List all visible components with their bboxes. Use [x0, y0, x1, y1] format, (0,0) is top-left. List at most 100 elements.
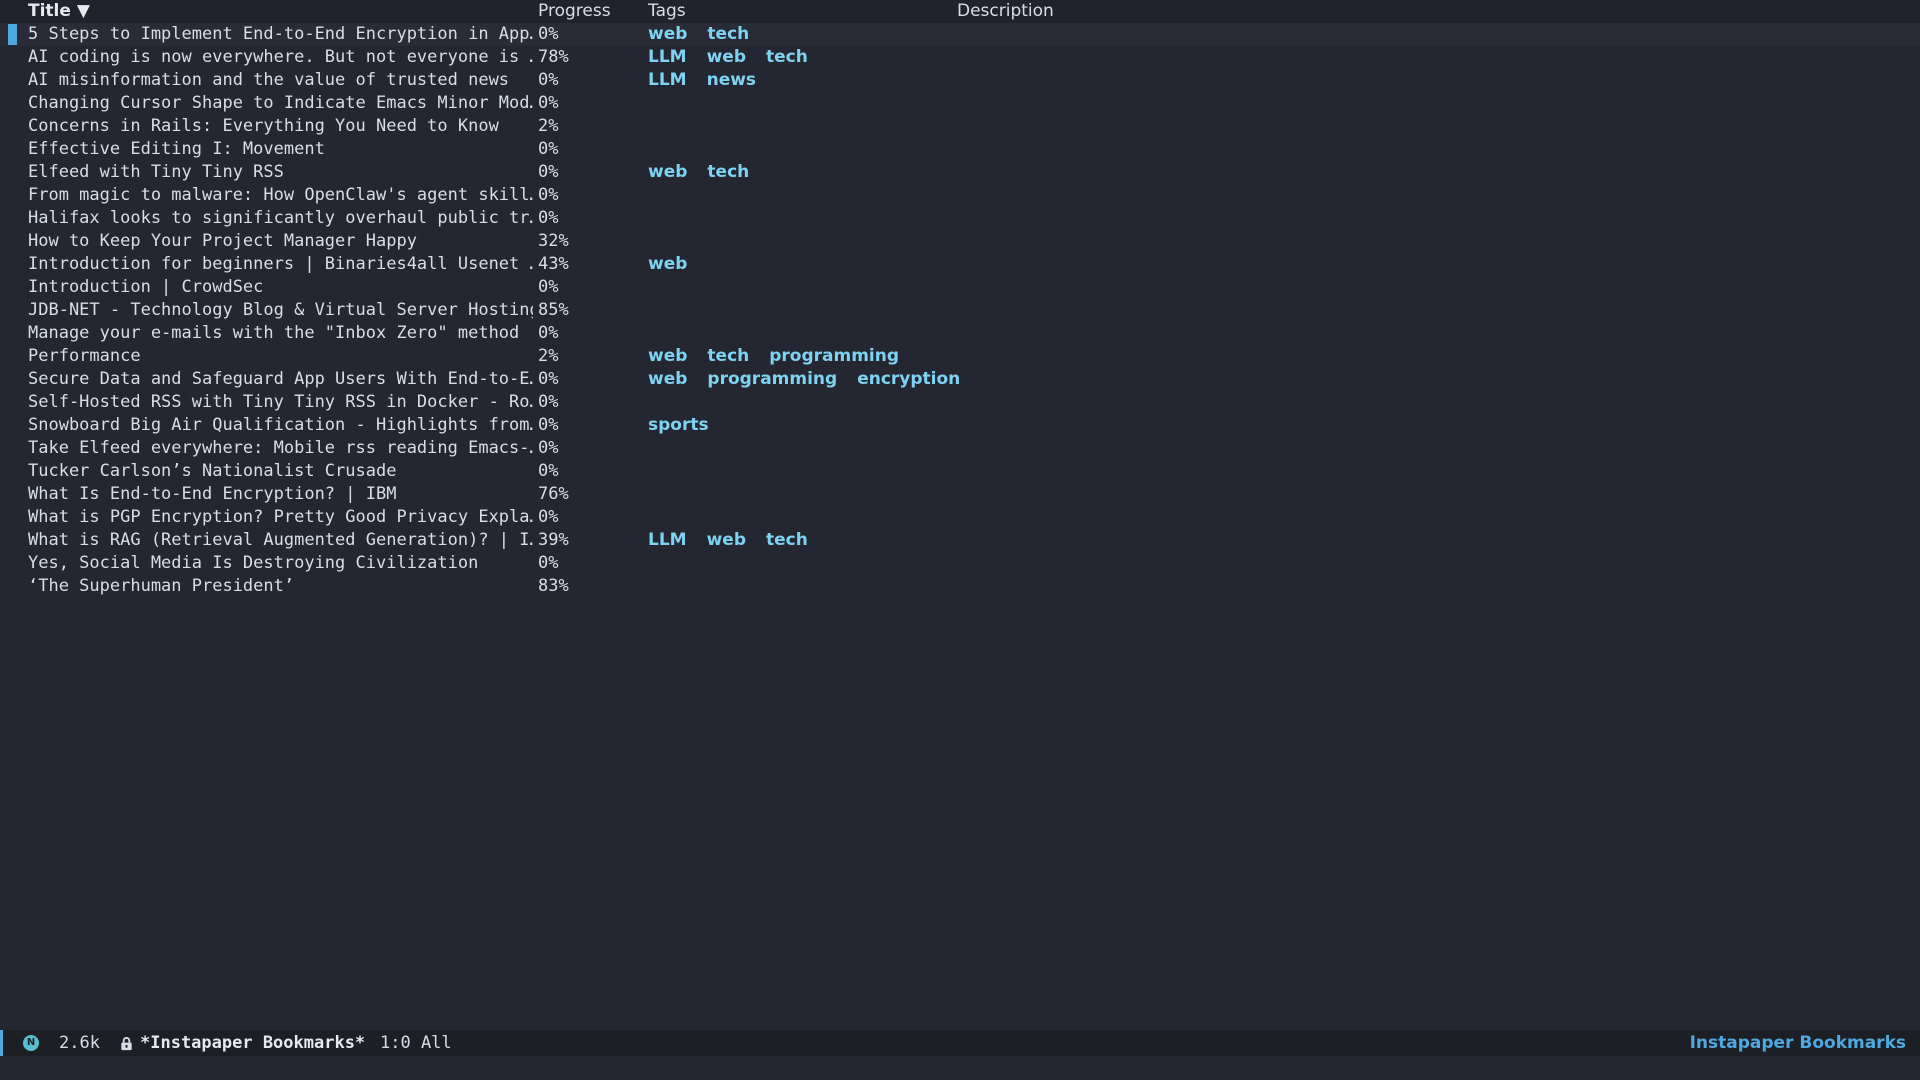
- row-title[interactable]: What is RAG (Retrieval Augmented Generat…: [28, 529, 533, 552]
- lock-icon: [121, 1037, 132, 1051]
- table-row[interactable]: From magic to malware: How OpenClaw's ag…: [0, 184, 1920, 207]
- row-title[interactable]: From magic to malware: How OpenClaw's ag…: [28, 184, 533, 207]
- row-progress: 2%: [538, 116, 559, 136]
- row-progress: 0%: [538, 507, 559, 527]
- tag[interactable]: tech: [707, 24, 749, 44]
- row-progress: 78%: [538, 47, 569, 67]
- row-progress: 0%: [538, 24, 559, 44]
- row-progress: 0%: [538, 208, 559, 228]
- tag[interactable]: LLM: [648, 530, 687, 550]
- table-row[interactable]: What is PGP Encryption? Pretty Good Priv…: [0, 506, 1920, 529]
- table-row[interactable]: Yes, Social Media Is Destroying Civiliza…: [0, 552, 1920, 575]
- tag[interactable]: sports: [648, 415, 709, 435]
- row-title[interactable]: How to Keep Your Project Manager Happy: [28, 230, 533, 253]
- row-title[interactable]: Take Elfeed everywhere: Mobile rss readi…: [28, 437, 533, 460]
- row-tags: web: [648, 253, 707, 276]
- table-row[interactable]: AI coding is now everywhere. But not eve…: [0, 46, 1920, 69]
- row-title[interactable]: Self-Hosted RSS with Tiny Tiny RSS in Do…: [28, 391, 533, 414]
- table-row[interactable]: Take Elfeed everywhere: Mobile rss readi…: [0, 437, 1920, 460]
- table-row[interactable]: Snowboard Big Air Qualification - Highli…: [0, 414, 1920, 437]
- table-row[interactable]: Manage your e-mails with the "Inbox Zero…: [0, 322, 1920, 345]
- table-row[interactable]: Performance 2% web tech programming: [0, 345, 1920, 368]
- row-progress: 0%: [538, 438, 559, 458]
- buffer-name[interactable]: *Instapaper Bookmarks*: [140, 1030, 365, 1056]
- table-row[interactable]: JDB-NET - Technology Blog & Virtual Serv…: [0, 299, 1920, 322]
- tag[interactable]: web: [648, 369, 687, 389]
- column-header-progress[interactable]: Progress: [538, 0, 611, 23]
- table-row[interactable]: Self-Hosted RSS with Tiny Tiny RSS in Do…: [0, 391, 1920, 414]
- row-title[interactable]: Introduction for beginners | Binaries4al…: [28, 253, 533, 276]
- table-row[interactable]: AI misinformation and the value of trust…: [0, 69, 1920, 92]
- row-progress: 0%: [538, 162, 559, 182]
- row-title[interactable]: What is PGP Encryption? Pretty Good Priv…: [28, 506, 533, 529]
- row-progress: 0%: [538, 93, 559, 113]
- row-progress: 0%: [538, 392, 559, 412]
- row-title[interactable]: Secure Data and Safeguard App Users With…: [28, 368, 533, 391]
- table-row[interactable]: 5 Steps to Implement End-to-End Encrypti…: [0, 23, 1920, 46]
- tag[interactable]: tech: [707, 346, 749, 366]
- table-row[interactable]: Secure Data and Safeguard App Users With…: [0, 368, 1920, 391]
- table-row[interactable]: Halifax looks to significantly overhaul …: [0, 207, 1920, 230]
- tag[interactable]: web: [707, 530, 746, 550]
- row-progress: 0%: [538, 185, 559, 205]
- tag[interactable]: tech: [707, 162, 749, 182]
- row-title[interactable]: Yes, Social Media Is Destroying Civiliza…: [28, 552, 533, 575]
- row-title[interactable]: Snowboard Big Air Qualification - Highli…: [28, 414, 533, 437]
- tag[interactable]: web: [707, 47, 746, 67]
- tag[interactable]: LLM: [648, 47, 687, 67]
- table-row[interactable]: Introduction for beginners | Binaries4al…: [0, 253, 1920, 276]
- row-title[interactable]: What Is End-to-End Encryption? | IBM: [28, 483, 533, 506]
- row-title[interactable]: Changing Cursor Shape to Indicate Emacs …: [28, 92, 533, 115]
- row-title[interactable]: 5 Steps to Implement End-to-End Encrypti…: [28, 23, 533, 46]
- row-title[interactable]: Halifax looks to significantly overhaul …: [28, 207, 533, 230]
- row-tags: LLM news: [648, 69, 776, 92]
- row-title[interactable]: Performance: [28, 345, 533, 368]
- table-row[interactable]: Effective Editing I: Movement 0%: [0, 138, 1920, 161]
- column-header-description[interactable]: Description: [957, 0, 1054, 23]
- table-row[interactable]: What is RAG (Retrieval Augmented Generat…: [0, 529, 1920, 552]
- row-title[interactable]: Concerns in Rails: Everything You Need t…: [28, 115, 533, 138]
- row-tags: sports: [648, 414, 729, 437]
- row-title[interactable]: ‘The Superhuman President’: [28, 575, 533, 598]
- tag[interactable]: web: [648, 254, 687, 274]
- tag[interactable]: programming: [769, 346, 899, 366]
- table-row[interactable]: ‘The Superhuman President’ 83%: [0, 575, 1920, 598]
- row-title[interactable]: Manage your e-mails with the "Inbox Zero…: [28, 322, 533, 345]
- tag[interactable]: web: [648, 162, 687, 182]
- table-row[interactable]: How to Keep Your Project Manager Happy 32…: [0, 230, 1920, 253]
- table-row[interactable]: Tucker Carlson’s Nationalist Crusade 0%: [0, 460, 1920, 483]
- tag[interactable]: LLM: [648, 70, 687, 90]
- column-header-tags[interactable]: Tags: [648, 0, 686, 23]
- circle-n-icon: N: [23, 1035, 39, 1051]
- row-tags: web tech programming: [648, 345, 919, 368]
- table-row[interactable]: Changing Cursor Shape to Indicate Emacs …: [0, 92, 1920, 115]
- row-title[interactable]: JDB-NET - Technology Blog & Virtual Serv…: [28, 299, 533, 322]
- tag[interactable]: web: [648, 24, 687, 44]
- row-progress: 76%: [538, 484, 569, 504]
- table-row[interactable]: What Is End-to-End Encryption? | IBM 76%: [0, 483, 1920, 506]
- table-row[interactable]: Elfeed with Tiny Tiny RSS 0% web tech: [0, 161, 1920, 184]
- column-header-title[interactable]: Title ▼: [28, 0, 90, 23]
- mode-line-edge: [0, 1030, 3, 1056]
- tag[interactable]: tech: [766, 47, 808, 67]
- row-title[interactable]: AI misinformation and the value of trust…: [28, 69, 533, 92]
- row-title[interactable]: Tucker Carlson’s Nationalist Crusade: [28, 460, 533, 483]
- mode-line: N 2.6k *Instapaper Bookmarks* 1:0 All In…: [0, 1030, 1920, 1056]
- major-mode[interactable]: Instapaper Bookmarks: [1690, 1030, 1906, 1056]
- row-title[interactable]: Elfeed with Tiny Tiny RSS: [28, 161, 533, 184]
- row-progress: 0%: [538, 139, 559, 159]
- row-progress: 0%: [538, 70, 559, 90]
- table-row[interactable]: Introduction | CrowdSec 0%: [0, 276, 1920, 299]
- row-title[interactable]: Introduction | CrowdSec: [28, 276, 533, 299]
- table-row[interactable]: Concerns in Rails: Everything You Need t…: [0, 115, 1920, 138]
- cursor-marker: [8, 24, 17, 45]
- cursor-position: 1:0 All: [380, 1033, 452, 1053]
- tag[interactable]: news: [707, 70, 756, 90]
- tag[interactable]: programming: [707, 369, 837, 389]
- row-title[interactable]: AI coding is now everywhere. But not eve…: [28, 46, 533, 69]
- row-tags: web programming encryption: [648, 368, 980, 391]
- tag[interactable]: web: [648, 346, 687, 366]
- tag[interactable]: encryption: [857, 369, 960, 389]
- tag[interactable]: tech: [766, 530, 808, 550]
- row-title[interactable]: Effective Editing I: Movement: [28, 138, 533, 161]
